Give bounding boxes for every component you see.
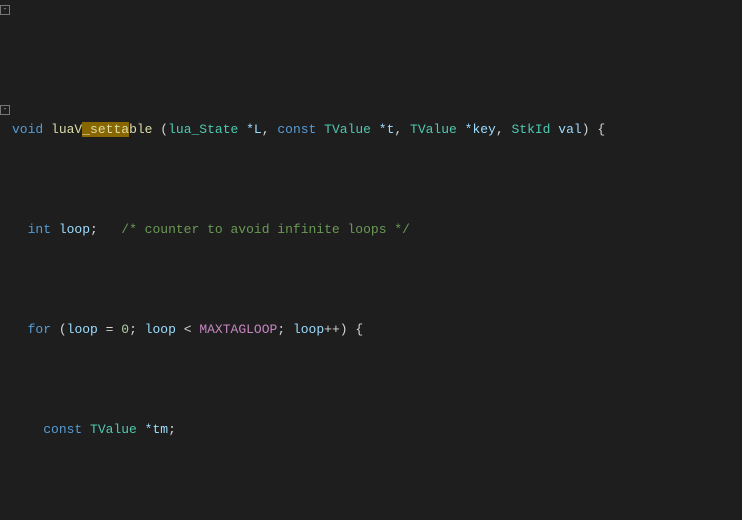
search-highlight: _setta	[82, 122, 129, 137]
comment: /* counter to avoid infinite loops */	[121, 222, 410, 237]
code-line: for (loop = 0; loop < MAXTAGLOOP; loop++…	[12, 320, 742, 340]
code-line: int loop; /* counter to avoid infinite l…	[12, 220, 742, 240]
code-line: const TValue *tm;	[12, 420, 742, 440]
function-name: luaV_settable	[51, 122, 152, 137]
keyword: void	[12, 122, 43, 137]
fold-marker[interactable]	[0, 5, 10, 15]
type: lua_State	[168, 122, 238, 137]
code-line: void luaV_settable (lua_State *L, const …	[12, 120, 742, 140]
macro: MAXTAGLOOP	[199, 322, 277, 337]
code-editor[interactable]: void luaV_settable (lua_State *L, const …	[0, 0, 742, 520]
fold-marker[interactable]	[0, 105, 10, 115]
